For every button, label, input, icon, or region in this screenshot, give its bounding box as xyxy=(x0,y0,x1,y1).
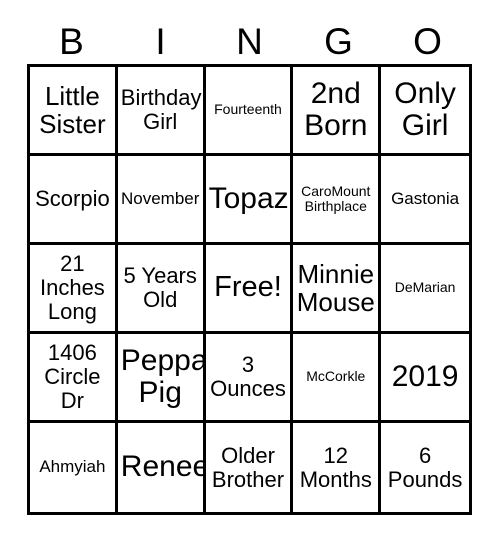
bingo-cell[interactable]: 3 Ounces xyxy=(205,334,294,423)
bingo-cell[interactable]: Peppa Pig xyxy=(117,334,206,423)
bingo-header-letter-g: G xyxy=(324,20,353,62)
bingo-cell[interactable]: Minnie Mouse xyxy=(293,245,382,334)
bingo-cell-label: Ahmyiah xyxy=(39,457,106,477)
bingo-cell-label: Renee xyxy=(120,450,206,484)
bingo-cell[interactable]: Fourteenth xyxy=(205,67,294,156)
bingo-cell[interactable]: 12 Months xyxy=(293,423,382,512)
bingo-cell[interactable]: Gastonia xyxy=(381,156,469,245)
bingo-cell-label: McCorkle xyxy=(306,368,366,385)
bingo-cell[interactable]: 1406 Circle Dr xyxy=(30,334,118,423)
bingo-cell[interactable]: Only Girl xyxy=(381,67,469,156)
bingo-cell-label: Older Brother xyxy=(211,442,285,492)
bingo-cell[interactable]: Renee xyxy=(118,423,206,512)
bingo-cell[interactable]: CaroMount Birthplace xyxy=(293,156,382,245)
bingo-cell[interactable]: Birthday Girl xyxy=(117,67,206,156)
bingo-cell[interactable]: 5 Years Old xyxy=(117,245,206,334)
bingo-cell-label: Little Sister xyxy=(39,80,106,139)
bingo-cell-label: 3 Ounces xyxy=(210,352,286,401)
bingo-cell-label: DeMarian xyxy=(394,279,456,296)
bingo-header-letter-o: O xyxy=(413,20,442,62)
bingo-cell-label: Only Girl xyxy=(394,76,456,142)
bingo-cell[interactable]: Topaz xyxy=(205,156,294,245)
bingo-cell[interactable]: 2nd Born xyxy=(293,67,382,156)
bingo-header-letter-b: B xyxy=(59,20,84,62)
bingo-cell[interactable]: 2019 xyxy=(381,334,469,423)
bingo-cell-label: Free! xyxy=(214,271,282,304)
bingo-header-row: B I N G O xyxy=(27,18,472,64)
bingo-cell-free-space[interactable]: Free! xyxy=(205,245,294,334)
bingo-cell-label: 6 Pounds xyxy=(387,442,463,492)
bingo-cell-label: Scorpio xyxy=(35,186,110,212)
bingo-cell-label: CaroMount Birthplace xyxy=(301,182,371,214)
bingo-cell[interactable]: Older Brother xyxy=(206,423,294,512)
bingo-cell-label: Birthday Girl xyxy=(120,85,202,134)
bingo-cell[interactable]: Scorpio xyxy=(30,156,118,245)
bingo-cell-label: 1406 Circle Dr xyxy=(44,340,101,413)
bingo-cell[interactable]: November xyxy=(117,156,206,245)
bingo-cell-label: Gastonia xyxy=(391,188,460,208)
bingo-cell-label: 2nd Born xyxy=(304,76,368,142)
bingo-cell-label: November xyxy=(120,188,200,208)
bingo-cell-label: 12 Months xyxy=(299,442,372,492)
bingo-cell-label: Peppa Pig xyxy=(120,343,206,409)
bingo-header-letter-i: I xyxy=(155,20,166,62)
bingo-header-letter-n: N xyxy=(236,20,263,62)
bingo-cell[interactable]: McCorkle xyxy=(293,334,382,423)
bingo-cell[interactable]: DeMarian xyxy=(381,245,469,334)
bingo-cell[interactable]: 6 Pounds xyxy=(381,423,469,512)
bingo-cell-label: Fourteenth xyxy=(214,101,282,118)
bingo-grid: Little Sister Birthday Girl Fourteenth 2… xyxy=(27,64,472,515)
bingo-cell[interactable]: Ahmyiah xyxy=(30,423,118,512)
bingo-cell-label: 5 Years Old xyxy=(123,263,197,312)
bingo-cell-label: Minnie Mouse xyxy=(296,258,375,317)
bingo-cell-label: Topaz xyxy=(208,181,289,215)
bingo-cell[interactable]: 21 Inches Long xyxy=(30,245,118,334)
bingo-cell-label: 2019 xyxy=(391,359,459,393)
bingo-cell[interactable]: Little Sister xyxy=(30,67,118,156)
bingo-card: B I N G O Little Sister Birthday Girl Fo… xyxy=(0,0,501,544)
bingo-cell-label: 21 Inches Long xyxy=(39,251,105,324)
